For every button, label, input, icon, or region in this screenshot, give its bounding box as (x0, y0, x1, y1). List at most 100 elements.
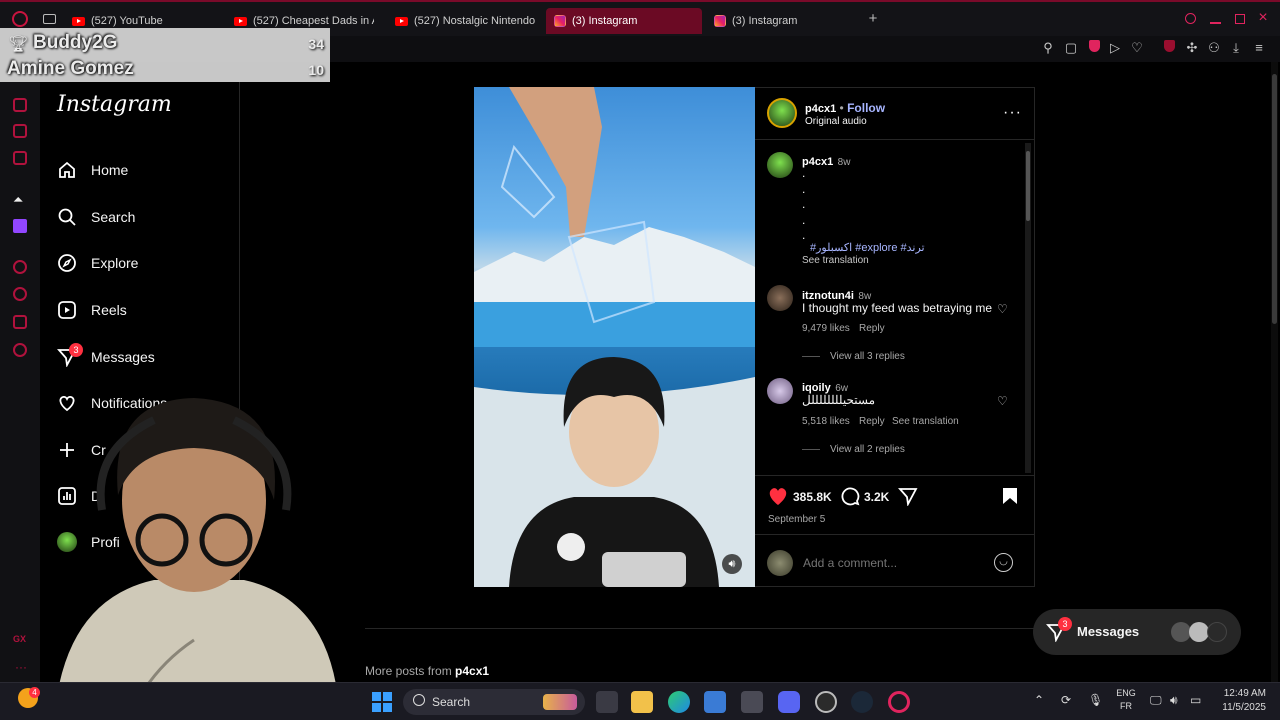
app-icon[interactable] (741, 691, 763, 713)
ublock-icon[interactable] (1161, 40, 1177, 56)
comments-count[interactable]: 3.2K (864, 490, 889, 504)
twitch-icon[interactable] (13, 219, 27, 233)
commenter-avatar[interactable] (767, 378, 793, 404)
author-username[interactable]: p4cx1 (805, 103, 836, 115)
share-button[interactable] (898, 486, 918, 511)
scrollbar-thumb[interactable] (1272, 74, 1277, 324)
file-explorer-icon[interactable] (631, 691, 653, 713)
volume-icon[interactable]: 🔊︎ (1170, 693, 1178, 708)
comment-reply[interactable]: Reply (859, 416, 885, 427)
comment-like-icon[interactable]: ♡ (997, 302, 1008, 316)
scrollbar-thumb[interactable] (1026, 151, 1030, 221)
comments-scrollbar[interactable] (1025, 143, 1031, 473)
author-avatar[interactable] (767, 98, 797, 128)
mail-icon[interactable] (13, 151, 27, 165)
nav-reels[interactable]: Reels (57, 296, 127, 324)
like-button[interactable] (767, 486, 789, 511)
player-icon[interactable] (13, 260, 27, 274)
close-button[interactable]: × (1256, 8, 1270, 28)
messages-pill[interactable]: 3 Messages (1033, 609, 1241, 655)
more-options-icon[interactable]: ··· (1003, 104, 1022, 122)
menu-icon[interactable]: ≡ (1251, 40, 1267, 56)
original-audio[interactable]: Original audio (805, 116, 867, 127)
download-icon[interactable]: ⤓ (1228, 40, 1244, 56)
likes-count[interactable]: 385.8K (793, 490, 832, 504)
windows-start-icon[interactable] (372, 692, 392, 712)
extensions-sidebar-icon[interactable] (13, 315, 27, 329)
clock[interactable]: 12:49 AM 11/5/2025 (1208, 687, 1266, 715)
obs-icon[interactable] (815, 691, 837, 713)
instagram-logo[interactable]: Instagram (57, 92, 172, 117)
aria-icon[interactable]: ⏶ (13, 192, 23, 208)
opera-logo-icon[interactable] (12, 11, 28, 27)
see-translation-link[interactable]: See translation (892, 416, 959, 427)
history-icon[interactable] (13, 287, 27, 301)
flow-icon[interactable] (13, 98, 27, 112)
caption-username[interactable]: p4cx1 (802, 156, 833, 168)
sync-icon[interactable]: ⟳ (1061, 693, 1071, 707)
reel-video[interactable]: 🔊︎ (474, 87, 755, 587)
profile-icon[interactable]: ⚇ (1206, 40, 1222, 56)
webcam-feed (54, 398, 340, 720)
youtube-icon (395, 16, 408, 26)
tab-nostalgic-nintendo[interactable]: (527) Nostalgic Nintendo (395, 10, 535, 32)
nav-explore[interactable]: Explore (57, 249, 138, 277)
divider (755, 475, 1034, 476)
bookmark-icon[interactable]: ⚲ (1040, 40, 1056, 56)
battery-icon[interactable]: ▭ (1190, 693, 1201, 707)
nav-messages[interactable]: 3 Messages (57, 343, 155, 371)
bookmark-filled-icon (1003, 488, 1017, 504)
page-scrollbar[interactable] (1271, 62, 1278, 682)
view-replies[interactable]: View all 2 replies (830, 444, 905, 455)
tab-label: (3) Instagram (572, 15, 638, 27)
nav-home[interactable]: Home (57, 156, 128, 184)
network-icon[interactable]: 🖵︎ (1150, 693, 1162, 708)
pinboard-icon[interactable] (13, 124, 27, 138)
vpn-shield-icon[interactable] (1086, 40, 1102, 56)
more-posts-username[interactable]: p4cx1 (455, 664, 489, 678)
tab-instagram[interactable]: (3) Instagram (714, 10, 854, 32)
settings-icon[interactable] (13, 343, 27, 357)
task-view-icon[interactable] (596, 691, 618, 713)
taskbar-search-box[interactable]: Search (403, 689, 585, 715)
comment-likes[interactable]: 9,479 likes (802, 323, 850, 334)
extensions-icon[interactable]: ✣ (1184, 40, 1200, 56)
emoji-icon[interactable]: ◡ (994, 553, 1013, 572)
tab-label: (527) YouTube (91, 15, 163, 27)
nav-search[interactable]: Search (57, 203, 135, 231)
steam-icon[interactable] (851, 691, 873, 713)
tab-switcher-icon[interactable] (43, 14, 56, 24)
new-tab-button[interactable]: + (866, 9, 880, 29)
search-tabs-icon[interactable] (1185, 13, 1196, 24)
snapshot-icon[interactable]: ▢ (1063, 40, 1079, 56)
commenter-avatar[interactable] (767, 285, 793, 311)
gx-icon[interactable]: GX (13, 634, 26, 644)
see-translation-link[interactable]: See translation (802, 255, 869, 266)
play-icon[interactable]: ▷ (1107, 40, 1123, 56)
caption-header: p4cx1 8w (802, 152, 850, 170)
view-replies[interactable]: View all 3 replies (830, 351, 905, 362)
add-comment-input[interactable] (803, 555, 983, 571)
more-icon[interactable]: ··· (15, 660, 27, 674)
discord-icon[interactable] (778, 691, 800, 713)
follow-button[interactable]: Follow (847, 101, 885, 115)
comment-reply[interactable]: Reply (859, 323, 885, 334)
language-indicator[interactable]: ENG FR (1115, 687, 1137, 713)
maximize-button[interactable] (1235, 14, 1245, 24)
caption-hashtags[interactable]: #اكسبلور #explore #ترند (810, 241, 925, 254)
caption-avatar[interactable] (767, 152, 793, 178)
opera-gx-icon[interactable] (888, 691, 910, 713)
comment-like-icon[interactable]: ♡ (997, 394, 1008, 408)
heart-icon[interactable]: ♡ (1129, 40, 1145, 56)
microphone-icon[interactable]: 🎙︎ (1088, 693, 1103, 707)
comment-button[interactable] (840, 486, 860, 511)
chevron-up-icon[interactable]: ⌃ (1034, 693, 1044, 707)
volume-icon[interactable]: 🔊︎ (722, 554, 742, 574)
tab-instagram-active[interactable]: (3) Instagram (546, 8, 702, 34)
minimize-button[interactable] (1210, 22, 1221, 24)
home-icon (57, 160, 77, 180)
store-icon[interactable] (704, 691, 726, 713)
edge-icon[interactable] (668, 691, 690, 713)
comment-likes[interactable]: 5,518 likes (802, 416, 850, 427)
save-button[interactable] (1002, 487, 1018, 510)
